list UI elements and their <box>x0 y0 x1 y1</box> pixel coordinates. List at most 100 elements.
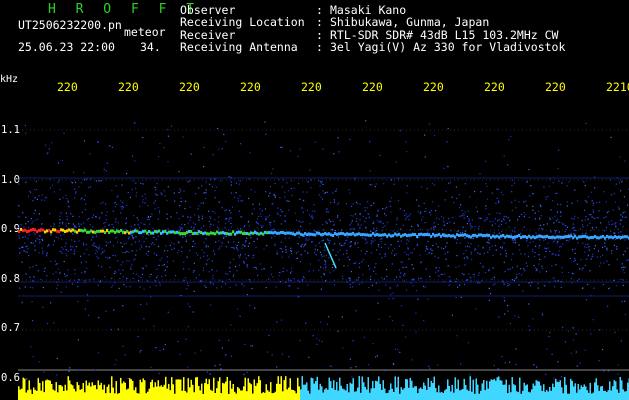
carrier-dot <box>346 232 349 236</box>
carrier-dot <box>484 234 487 238</box>
noise-dot <box>600 262 602 264</box>
carrier-dot <box>550 235 553 239</box>
noise-dot <box>167 128 169 131</box>
level-bar <box>219 377 221 400</box>
noise-dot <box>356 218 358 220</box>
noise-dot <box>535 232 537 234</box>
noise-dot <box>472 237 474 239</box>
noise-dot <box>594 187 596 189</box>
carrier-dot <box>130 230 133 234</box>
noise-dot <box>621 219 623 221</box>
noise-dot <box>130 265 132 268</box>
noise-dot <box>135 236 137 238</box>
noise-dot <box>322 267 325 269</box>
level-bar <box>171 377 173 400</box>
level-bar <box>283 380 285 400</box>
noise-dot <box>241 215 243 217</box>
noise-dot <box>65 223 67 225</box>
noise-dot <box>370 230 372 233</box>
carrier-dot <box>500 234 503 238</box>
noise-dot <box>400 305 402 307</box>
noise-dot <box>525 262 527 264</box>
level-bar <box>376 381 378 400</box>
level-bar <box>457 379 459 400</box>
noise-dot <box>516 273 518 275</box>
noise-dot <box>529 241 531 243</box>
level-bar <box>505 379 507 400</box>
carrier-dot <box>178 231 181 235</box>
noise-dot <box>351 376 353 378</box>
level-bar <box>279 384 281 400</box>
noise-dot <box>427 298 429 300</box>
noise-dot <box>573 218 575 220</box>
noise-dot <box>194 193 197 195</box>
noise-dot <box>189 235 191 237</box>
noise-dot <box>31 222 33 224</box>
level-bar <box>175 379 177 400</box>
carrier-dot <box>294 233 297 237</box>
noise-dot <box>70 245 72 247</box>
noise-dot <box>438 267 440 269</box>
noise-dot <box>297 287 299 289</box>
noise-dot <box>374 239 376 241</box>
level-bar <box>240 390 242 400</box>
noise-dot <box>322 198 324 200</box>
level-bar <box>22 377 24 400</box>
noise-dot <box>525 200 527 202</box>
noise-dot <box>399 276 401 278</box>
noise-dot <box>25 132 27 134</box>
noise-dot <box>323 246 325 248</box>
carrier-dot <box>414 233 417 236</box>
level-bar <box>517 392 519 400</box>
noise-dot <box>392 297 394 300</box>
carrier-dot <box>542 235 545 239</box>
noise-dot <box>305 239 307 241</box>
carrier-dot <box>444 234 447 238</box>
level-bar <box>226 376 228 400</box>
level-bar <box>606 392 608 400</box>
noise-dot <box>407 247 409 249</box>
noise-dot <box>492 220 494 223</box>
noise-dot <box>324 259 326 262</box>
level-bar <box>477 384 479 400</box>
noise-dot <box>302 278 304 280</box>
noise-dot <box>380 240 383 243</box>
noise-dot <box>604 245 606 248</box>
noise-dot <box>199 257 201 259</box>
carrier-dot <box>92 230 95 234</box>
carrier-dot <box>138 231 141 235</box>
noise-dot <box>579 268 581 270</box>
noise-dot <box>347 256 349 258</box>
noise-dot <box>614 232 616 234</box>
noise-dot <box>372 228 375 230</box>
noise-dot <box>56 357 58 359</box>
noise-dot <box>347 236 349 238</box>
noise-dot <box>137 224 139 226</box>
noise-dot <box>98 317 100 319</box>
level-bar <box>256 383 258 400</box>
noise-dot <box>261 210 263 212</box>
carrier-dot <box>378 233 381 237</box>
noise-dot <box>197 254 199 256</box>
noise-dot <box>491 224 493 226</box>
noise-dot <box>120 212 122 214</box>
noise-dot <box>156 182 158 185</box>
carrier-dot <box>42 228 45 232</box>
carrier-dot <box>156 230 159 234</box>
noise-dot <box>304 235 306 237</box>
carrier-dot <box>614 235 617 238</box>
noise-dot <box>121 208 123 210</box>
noise-dot <box>150 296 152 298</box>
noise-dot <box>391 263 393 265</box>
noise-dot <box>230 184 232 186</box>
noise-dot <box>488 268 490 270</box>
noise-dot <box>577 242 579 244</box>
carrier-dot <box>264 230 267 234</box>
level-bar <box>111 376 113 400</box>
noise-dot <box>498 201 500 203</box>
noise-dot <box>620 214 622 216</box>
level-bar <box>471 391 473 400</box>
noise-dot <box>302 221 304 223</box>
noise-dot <box>349 192 351 194</box>
noise-dot <box>83 253 85 255</box>
